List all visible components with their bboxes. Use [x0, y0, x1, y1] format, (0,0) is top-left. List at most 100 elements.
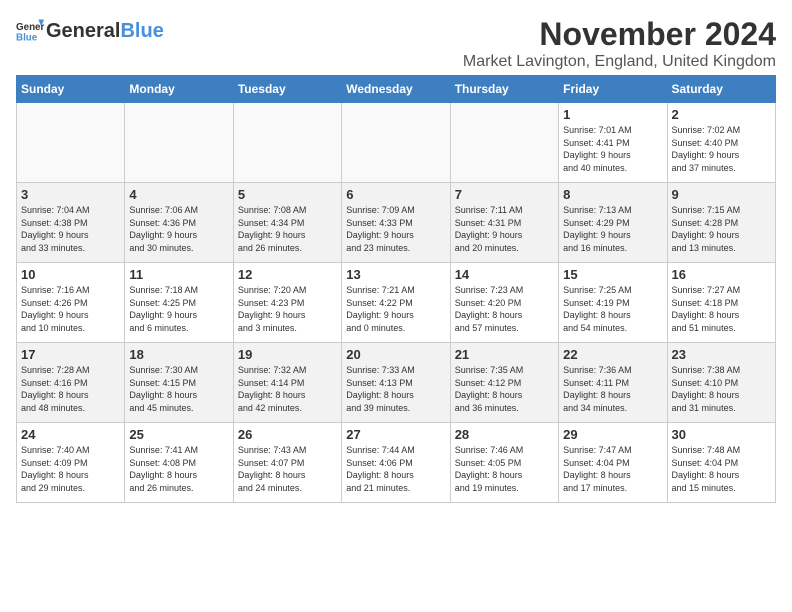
day-info: Sunrise: 7:25 AM Sunset: 4:19 PM Dayligh…	[563, 284, 662, 334]
day-info: Sunrise: 7:36 AM Sunset: 4:11 PM Dayligh…	[563, 364, 662, 414]
title-area: November 2024 Market Lavington, England,…	[463, 16, 776, 71]
day-number: 25	[129, 427, 228, 442]
logo: General Blue General Blue	[16, 16, 164, 46]
day-info: Sunrise: 7:32 AM Sunset: 4:14 PM Dayligh…	[238, 364, 337, 414]
calendar-cell: 29 Sunrise: 7:47 AM Sunset: 4:04 PM Dayli…	[559, 423, 667, 503]
calendar-cell: 1 Sunrise: 7:01 AM Sunset: 4:41 PM Daylig…	[559, 103, 667, 183]
day-number: 13	[346, 267, 445, 282]
day-info: Sunrise: 7:40 AM Sunset: 4:09 PM Dayligh…	[21, 444, 120, 494]
month-title: November 2024	[463, 16, 776, 53]
location-title: Market Lavington, England, United Kingdo…	[463, 53, 776, 71]
day-info: Sunrise: 7:44 AM Sunset: 4:06 PM Dayligh…	[346, 444, 445, 494]
day-number: 1	[563, 107, 662, 122]
day-number: 12	[238, 267, 337, 282]
day-info: Sunrise: 7:01 AM Sunset: 4:41 PM Dayligh…	[563, 124, 662, 174]
day-header-sunday: Sunday	[17, 76, 125, 103]
day-header-tuesday: Tuesday	[233, 76, 341, 103]
day-number: 2	[672, 107, 771, 122]
calendar-cell	[17, 103, 125, 183]
calendar-cell: 18 Sunrise: 7:30 AM Sunset: 4:15 PM Dayli…	[125, 343, 233, 423]
calendar-cell	[450, 103, 558, 183]
day-info: Sunrise: 7:38 AM Sunset: 4:10 PM Dayligh…	[672, 364, 771, 414]
calendar-cell: 19 Sunrise: 7:32 AM Sunset: 4:14 PM Dayli…	[233, 343, 341, 423]
day-info: Sunrise: 7:28 AM Sunset: 4:16 PM Dayligh…	[21, 364, 120, 414]
calendar-cell	[125, 103, 233, 183]
day-number: 17	[21, 347, 120, 362]
day-number: 6	[346, 187, 445, 202]
week-row-3: 10 Sunrise: 7:16 AM Sunset: 4:26 PM Dayli…	[17, 263, 776, 343]
week-row-1: 1 Sunrise: 7:01 AM Sunset: 4:41 PM Daylig…	[17, 103, 776, 183]
day-number: 29	[563, 427, 662, 442]
day-number: 4	[129, 187, 228, 202]
calendar-cell: 26Sunrise: 7:43 AM Sunset: 4:07 PM Dayli…	[233, 423, 341, 503]
day-info: Sunrise: 7:08 AM Sunset: 4:34 PM Dayligh…	[238, 204, 337, 254]
calendar-cell: 6 Sunrise: 7:09 AM Sunset: 4:33 PM Daylig…	[342, 183, 450, 263]
day-info: Sunrise: 7:15 AM Sunset: 4:28 PM Dayligh…	[672, 204, 771, 254]
day-number: 20	[346, 347, 445, 362]
calendar-cell: 23 Sunrise: 7:38 AM Sunset: 4:10 PM Dayli…	[667, 343, 775, 423]
header-row: SundayMondayTuesdayWednesdayThursdayFrid…	[17, 76, 776, 103]
day-number: 9	[672, 187, 771, 202]
calendar-cell: 4Sunrise: 7:06 AM Sunset: 4:36 PM Daylig…	[125, 183, 233, 263]
day-header-wednesday: Wednesday	[342, 76, 450, 103]
day-header-friday: Friday	[559, 76, 667, 103]
calendar-cell	[342, 103, 450, 183]
day-info: Sunrise: 7:11 AM Sunset: 4:31 PM Dayligh…	[455, 204, 554, 254]
day-info: Sunrise: 7:27 AM Sunset: 4:18 PM Dayligh…	[672, 284, 771, 334]
day-info: Sunrise: 7:43 AM Sunset: 4:07 PM Dayligh…	[238, 444, 337, 494]
week-row-2: 3 Sunrise: 7:04 AM Sunset: 4:38 PM Daylig…	[17, 183, 776, 263]
calendar-cell: 12 Sunrise: 7:20 AM Sunset: 4:23 PM Dayli…	[233, 263, 341, 343]
calendar-cell: 5Sunrise: 7:08 AM Sunset: 4:34 PM Daylig…	[233, 183, 341, 263]
calendar-cell: 16Sunrise: 7:27 AM Sunset: 4:18 PM Dayli…	[667, 263, 775, 343]
calendar-cell: 24 Sunrise: 7:40 AM Sunset: 4:09 PM Dayli…	[17, 423, 125, 503]
day-info: Sunrise: 7:21 AM Sunset: 4:22 PM Dayligh…	[346, 284, 445, 334]
week-row-4: 17 Sunrise: 7:28 AM Sunset: 4:16 PM Dayli…	[17, 343, 776, 423]
calendar-cell: 25 Sunrise: 7:41 AM Sunset: 4:08 PM Dayli…	[125, 423, 233, 503]
day-number: 11	[129, 267, 228, 282]
calendar-cell: 11 Sunrise: 7:18 AM Sunset: 4:25 PM Dayli…	[125, 263, 233, 343]
day-number: 19	[238, 347, 337, 362]
calendar-cell: 17 Sunrise: 7:28 AM Sunset: 4:16 PM Dayli…	[17, 343, 125, 423]
day-info: Sunrise: 7:30 AM Sunset: 4:15 PM Dayligh…	[129, 364, 228, 414]
calendar-cell: 14 Sunrise: 7:23 AM Sunset: 4:20 PM Dayli…	[450, 263, 558, 343]
calendar-cell: 28Sunrise: 7:46 AM Sunset: 4:05 PM Dayli…	[450, 423, 558, 503]
day-number: 27	[346, 427, 445, 442]
day-number: 22	[563, 347, 662, 362]
day-number: 23	[672, 347, 771, 362]
day-info: Sunrise: 7:09 AM Sunset: 4:33 PM Dayligh…	[346, 204, 445, 254]
day-number: 8	[563, 187, 662, 202]
day-number: 15	[563, 267, 662, 282]
day-number: 10	[21, 267, 120, 282]
day-info: Sunrise: 7:20 AM Sunset: 4:23 PM Dayligh…	[238, 284, 337, 334]
calendar-table: SundayMondayTuesdayWednesdayThursdayFrid…	[16, 75, 776, 503]
calendar-cell: 13 Sunrise: 7:21 AM Sunset: 4:22 PM Dayli…	[342, 263, 450, 343]
calendar-cell: 21Sunrise: 7:35 AM Sunset: 4:12 PM Dayli…	[450, 343, 558, 423]
svg-text:General: General	[16, 22, 44, 33]
day-header-thursday: Thursday	[450, 76, 558, 103]
day-info: Sunrise: 7:16 AM Sunset: 4:26 PM Dayligh…	[21, 284, 120, 334]
day-info: Sunrise: 7:33 AM Sunset: 4:13 PM Dayligh…	[346, 364, 445, 414]
day-info: Sunrise: 7:46 AM Sunset: 4:05 PM Dayligh…	[455, 444, 554, 494]
calendar-cell: 9 Sunrise: 7:15 AM Sunset: 4:28 PM Daylig…	[667, 183, 775, 263]
day-number: 24	[21, 427, 120, 442]
day-number: 14	[455, 267, 554, 282]
calendar-cell: 8Sunrise: 7:13 AM Sunset: 4:29 PM Daylig…	[559, 183, 667, 263]
logo-icon: General Blue	[16, 16, 44, 44]
calendar-cell: 2 Sunrise: 7:02 AM Sunset: 4:40 PM Daylig…	[667, 103, 775, 183]
week-row-5: 24 Sunrise: 7:40 AM Sunset: 4:09 PM Dayli…	[17, 423, 776, 503]
day-number: 3	[21, 187, 120, 202]
day-info: Sunrise: 7:02 AM Sunset: 4:40 PM Dayligh…	[672, 124, 771, 174]
calendar-cell: 30Sunrise: 7:48 AM Sunset: 4:04 PM Dayli…	[667, 423, 775, 503]
calendar-cell: 3 Sunrise: 7:04 AM Sunset: 4:38 PM Daylig…	[17, 183, 125, 263]
day-info: Sunrise: 7:04 AM Sunset: 4:38 PM Dayligh…	[21, 204, 120, 254]
calendar-cell: 15 Sunrise: 7:25 AM Sunset: 4:19 PM Dayli…	[559, 263, 667, 343]
day-info: Sunrise: 7:18 AM Sunset: 4:25 PM Dayligh…	[129, 284, 228, 334]
day-info: Sunrise: 7:23 AM Sunset: 4:20 PM Dayligh…	[455, 284, 554, 334]
calendar-cell: 20 Sunrise: 7:33 AM Sunset: 4:13 PM Dayli…	[342, 343, 450, 423]
day-info: Sunrise: 7:47 AM Sunset: 4:04 PM Dayligh…	[563, 444, 662, 494]
logo-blue-text: Blue	[120, 20, 163, 42]
day-header-saturday: Saturday	[667, 76, 775, 103]
calendar-cell: 22 Sunrise: 7:36 AM Sunset: 4:11 PM Dayli…	[559, 343, 667, 423]
day-number: 18	[129, 347, 228, 362]
day-info: Sunrise: 7:41 AM Sunset: 4:08 PM Dayligh…	[129, 444, 228, 494]
